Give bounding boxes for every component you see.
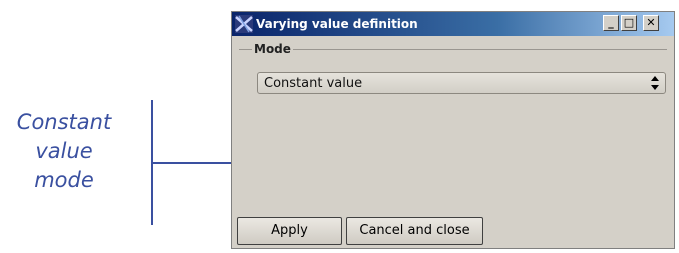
apply-button[interactable]: Apply bbox=[237, 217, 342, 245]
annotation-label: Constant value mode bbox=[0, 108, 128, 195]
dialog-window: Varying value definition _ □ ✕ Mode Cons… bbox=[231, 11, 675, 249]
minimize-button[interactable]: _ bbox=[603, 15, 619, 31]
maximize-button[interactable]: □ bbox=[621, 15, 637, 31]
cancel-and-close-button[interactable]: Cancel and close bbox=[346, 217, 483, 245]
annotation-line-1: Constant bbox=[16, 110, 112, 134]
close-button[interactable]: ✕ bbox=[643, 15, 659, 31]
mode-select-value: Constant value bbox=[264, 76, 363, 91]
annotation-line-3: mode bbox=[34, 168, 94, 192]
annotation-line-2: value bbox=[35, 139, 93, 163]
title-bar[interactable]: Varying value definition _ □ ✕ bbox=[232, 12, 674, 36]
mode-select[interactable]: Constant value bbox=[257, 72, 666, 94]
window-title: Varying value definition bbox=[256, 17, 418, 31]
app-icon bbox=[235, 15, 253, 33]
up-down-arrows-icon bbox=[651, 76, 659, 90]
mode-group-label: Mode bbox=[252, 42, 293, 56]
